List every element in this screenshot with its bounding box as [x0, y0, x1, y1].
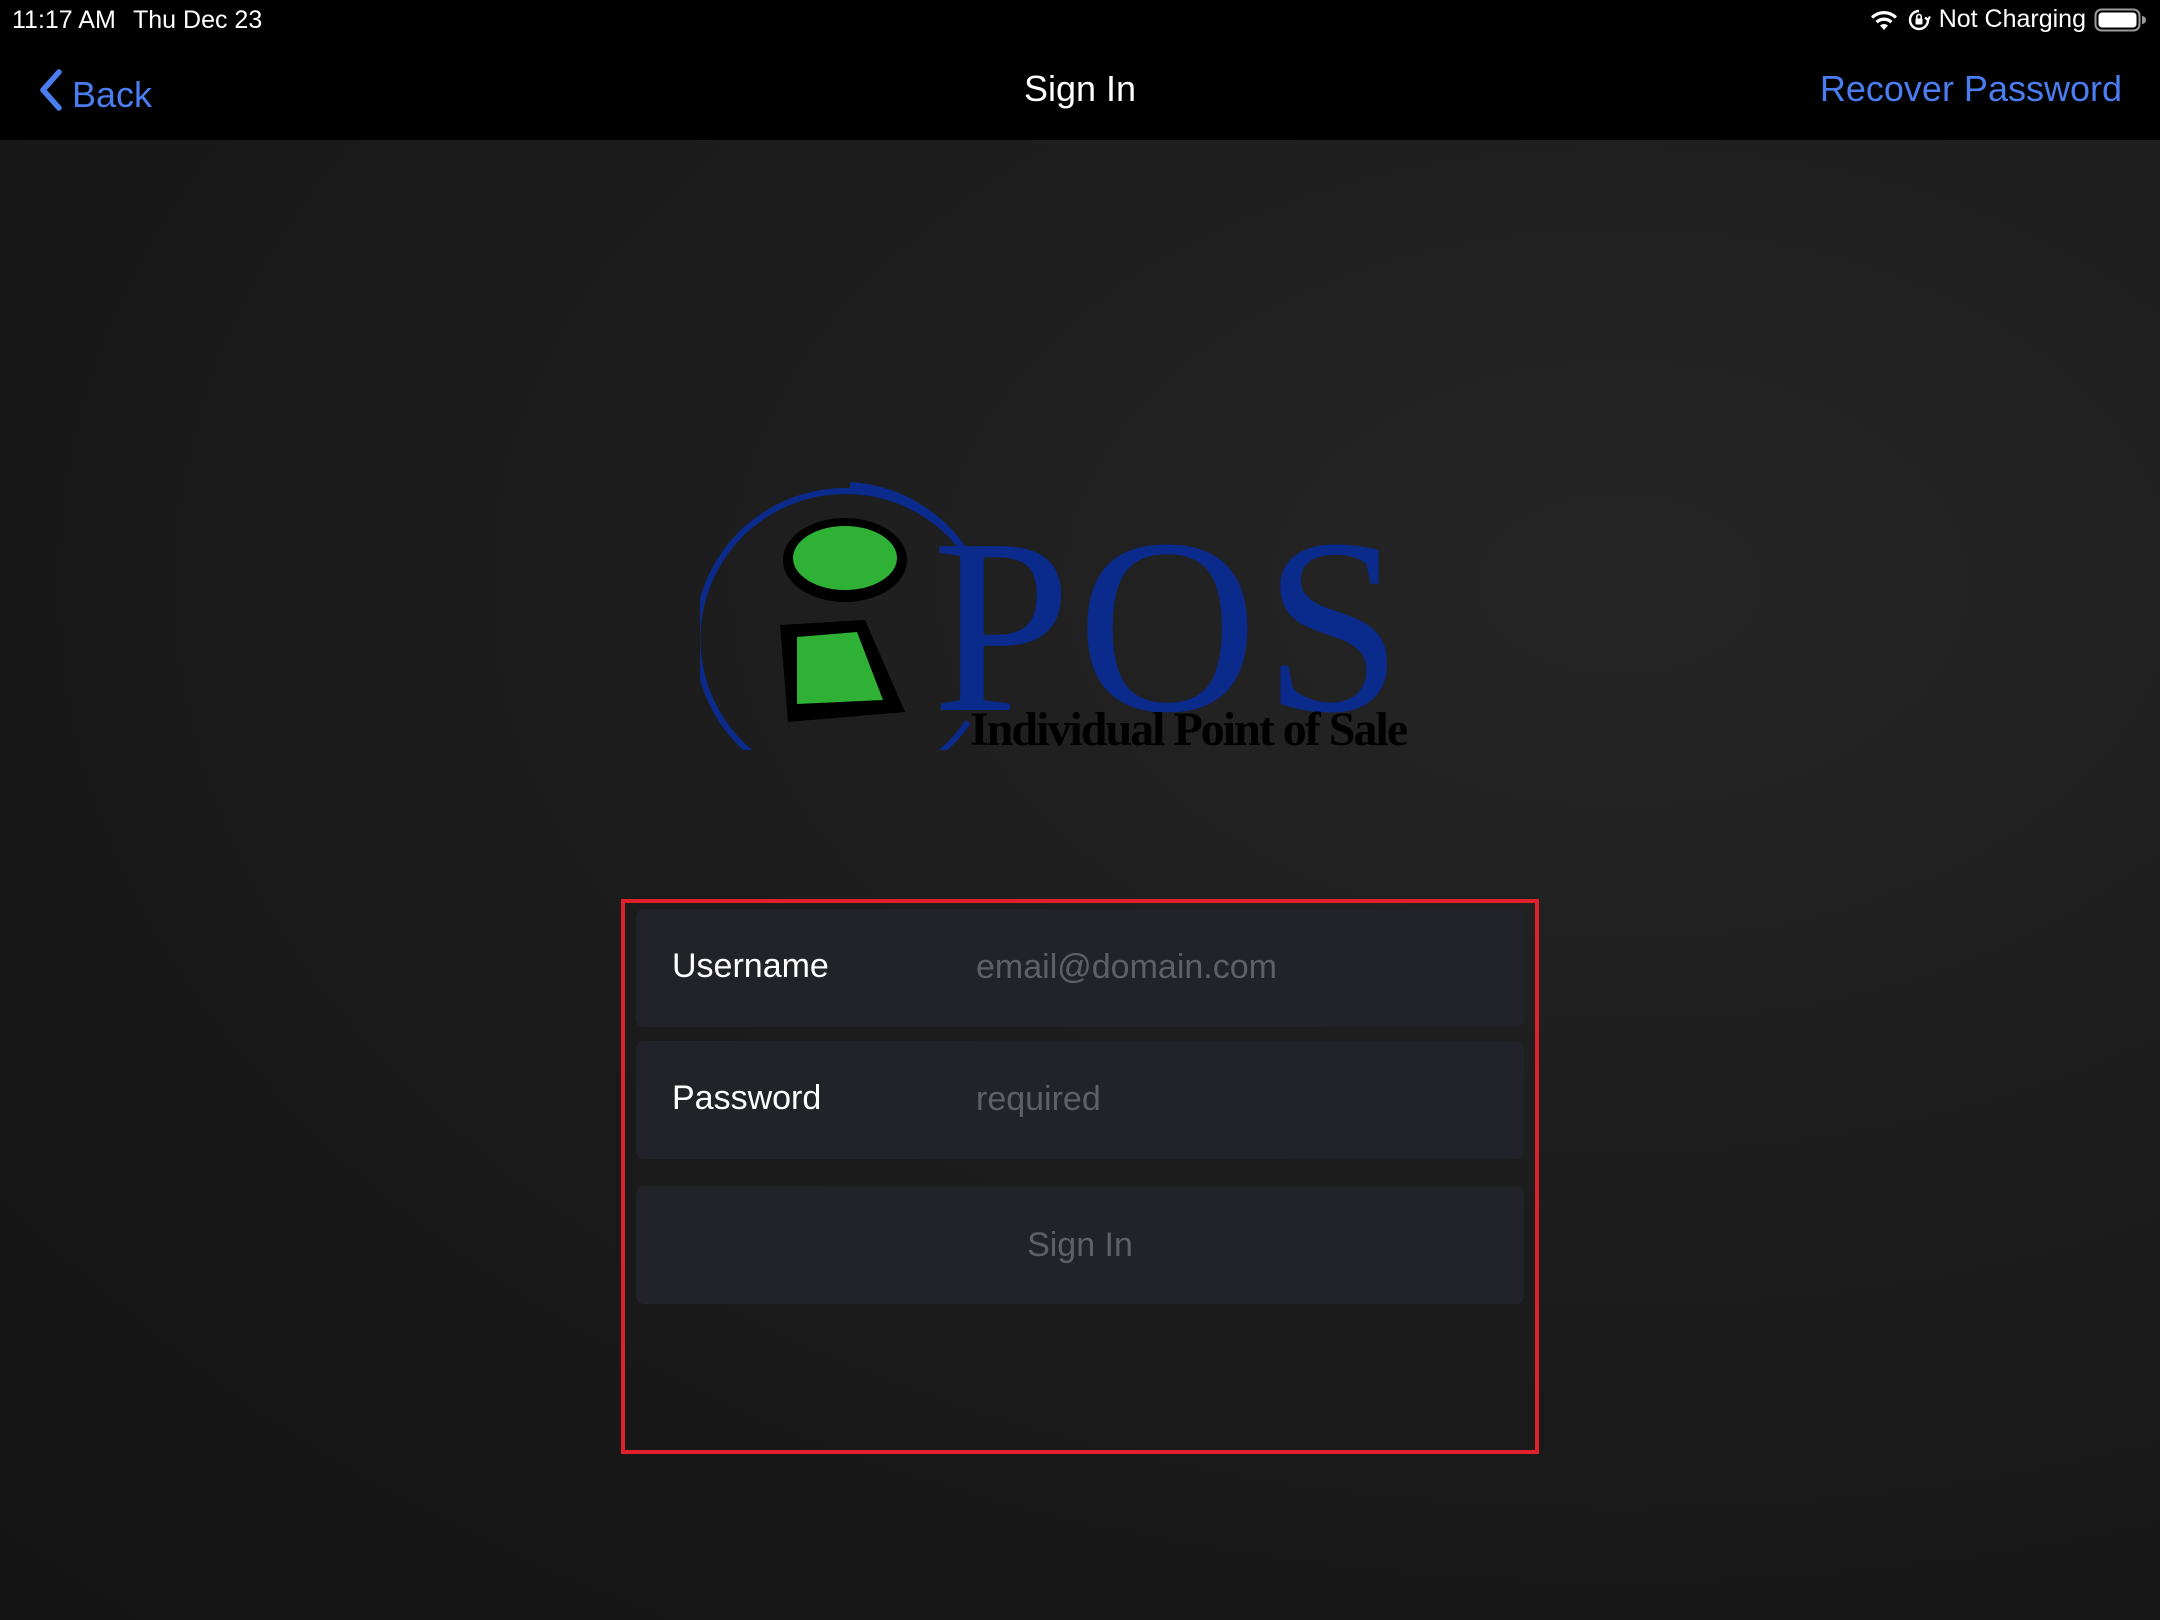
sign-in-row: Sign In — [636, 1186, 1524, 1304]
wifi-icon — [1869, 8, 1899, 32]
password-input[interactable] — [976, 1067, 1496, 1131]
battery-text: Not Charging — [1938, 5, 2086, 33]
ipos-logo: POS Individual Point of Sale — [694, 460, 1460, 790]
username-input[interactable] — [976, 935, 1496, 999]
username-row: Username — [636, 909, 1524, 1027]
battery-icon — [2094, 7, 2146, 33]
recover-password-button[interactable]: Recover Password — [1820, 68, 2122, 110]
username-label: Username — [672, 947, 829, 985]
sign-in-button[interactable]: Sign In — [636, 1186, 1524, 1304]
logo-tagline: Individual Point of Sale — [970, 703, 1408, 750]
navigation-bar: Back Sign In Recover Password — [0, 40, 2160, 140]
status-time: 11:17 AM — [12, 6, 116, 34]
orientation-lock-icon — [1907, 8, 1931, 32]
status-indicators: Not Charging — [1869, 5, 2146, 34]
password-label: Password — [672, 1079, 822, 1117]
password-row: Password — [636, 1041, 1524, 1159]
status-date: Thu Dec 23 — [133, 6, 263, 34]
status-bar: 11:17 AM Thu Dec 23 Not Charging — [0, 0, 2160, 40]
